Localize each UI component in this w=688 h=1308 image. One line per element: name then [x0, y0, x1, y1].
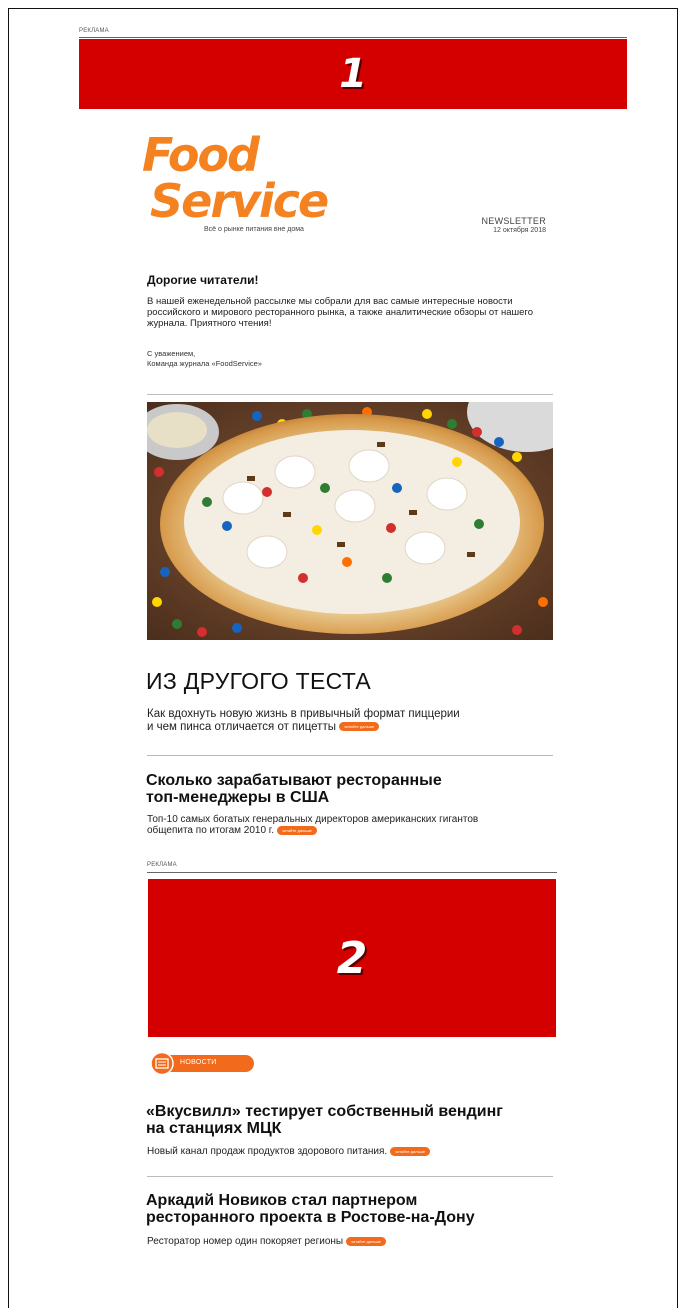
ad-banner-1[interactable]: 1 [79, 39, 627, 109]
ad-number-2: 2 [336, 932, 368, 984]
news-title[interactable]: «Вкусвилл» тестирует собственный вендинг… [146, 1103, 503, 1137]
feature-lead-line-2: и чем пинса отличается от пицетты читайт… [147, 721, 547, 734]
hero-pizza-image[interactable] [147, 402, 553, 640]
article-text-line-1: Топ-10 самых богатых генеральных директо… [147, 814, 479, 825]
signature: С уважением, Команда журнала «FoodServic… [147, 349, 262, 369]
greeting-title: Дорогие читатели! [147, 273, 259, 287]
article-title-line-2: топ-менеджеры в США [146, 789, 330, 806]
ad-rule-1 [79, 37, 627, 38]
ad-label-2: РЕКЛАМА [147, 862, 177, 868]
greeting-body: В нашей еженедельной рассылке мы собрали… [147, 296, 533, 329]
logo-tagline: Всё о рынке питания вне дома [204, 226, 304, 233]
news-text: Новый канал продаж продуктов здорового п… [147, 1146, 431, 1157]
news-title[interactable]: Аркадий Новиков стал партнером ресторанн… [146, 1192, 475, 1226]
read-more-button[interactable]: читайте дальше [389, 1146, 431, 1156]
foodservice-logo[interactable]: Food Service Всё о рынке питания вне дом… [142, 132, 342, 242]
logo-word-food: Food [142, 128, 260, 182]
divider [147, 394, 553, 395]
news-title-line-2: ресторанного проекта в Ростове-на-Дону [146, 1209, 475, 1226]
news-text-body: Ресторатор номер один покоряет регионы [147, 1236, 344, 1247]
ad-rule-2 [147, 872, 557, 873]
article-text-line-2: общепита по итогам 2010 г. читайте дальш… [147, 825, 577, 836]
ad-number-1: 1 [339, 51, 367, 97]
read-more-button[interactable]: читайте дальше [345, 1236, 387, 1246]
signature-line-2: Команда журнала «FoodService» [147, 359, 262, 368]
news-title-line-1: «Вкусвилл» тестирует собственный вендинг [146, 1103, 503, 1120]
read-more-button[interactable]: читайте дальше [276, 825, 317, 835]
divider [147, 1176, 553, 1177]
news-title-line-2: на станциях МЦК [146, 1120, 282, 1137]
newsletter-header: NEWSLETTER 12 октября 2018 [481, 216, 546, 234]
newsletter-title: NEWSLETTER [481, 216, 546, 226]
news-text: Ресторатор номер один покоряет регионы ч… [147, 1236, 387, 1247]
ad-banner-2[interactable]: 2 [148, 879, 556, 1037]
feature-lead: Как вдохнуть новую жизнь в привычный фор… [147, 708, 547, 734]
newsletter-date: 12 октября 2018 [493, 227, 546, 234]
feature-lead-line-2-text: и чем пинса отличается от пицетты [147, 721, 336, 733]
news-title-line-1: Аркадий Новиков стал партнером [146, 1192, 418, 1209]
feature-title[interactable]: ИЗ ДРУГОГО ТЕСТА [146, 668, 371, 695]
article-text-line-2-text: общепита по итогам 2010 г. [147, 825, 275, 836]
article-title[interactable]: Сколько зарабатывают ресторанные топ-мен… [146, 772, 442, 806]
article-text: Топ-10 самых богатых генеральных директо… [147, 814, 577, 836]
feature-lead-line-1: Как вдохнуть новую жизнь в привычный фор… [147, 708, 460, 720]
ad-label-1: РЕКЛАМА [79, 28, 109, 34]
news-tag-label: НОВОСТИ [180, 1059, 217, 1066]
read-more-button[interactable]: читайте дальше [339, 722, 380, 732]
divider [147, 755, 553, 756]
news-text-body: Новый канал продаж продуктов здорового п… [147, 1146, 388, 1157]
article-title-line-1: Сколько зарабатывают ресторанные [146, 772, 442, 789]
logo-word-service: Service [150, 174, 329, 228]
news-section-tag[interactable]: НОВОСТИ [148, 1052, 254, 1075]
pizza-illustration [147, 402, 553, 640]
signature-line-1: С уважением, [147, 349, 196, 358]
